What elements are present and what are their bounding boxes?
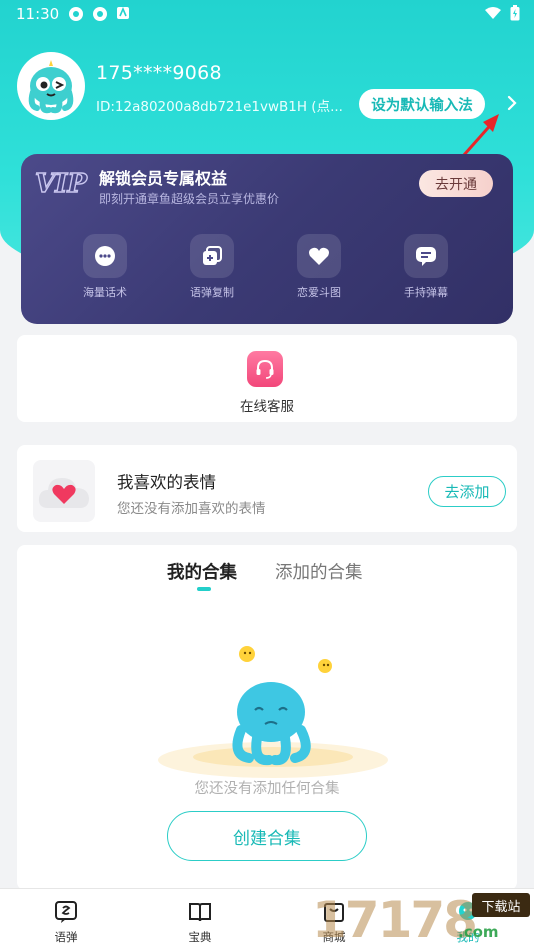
app-status-icon: [116, 6, 132, 22]
perk-label: 海量话术: [83, 286, 127, 299]
watermark-number: 17178: [312, 891, 478, 949]
nav-label: 宝典: [188, 930, 212, 944]
perk-label: 手持弹幕: [404, 286, 448, 299]
customer-service-card[interactable]: 在线客服: [17, 335, 517, 422]
customer-service-label: 在线客服: [240, 399, 294, 415]
avatar[interactable]: [17, 52, 85, 120]
wifi-icon: [484, 6, 502, 24]
svg-text:VIP: VIP: [35, 169, 88, 198]
vip-logo-icon: VIP: [34, 168, 89, 198]
message-icon: [404, 234, 448, 278]
speech-icon: [55, 901, 77, 923]
empty-octopus-illustration-icon: [158, 646, 388, 778]
tab-indicator: [197, 587, 211, 591]
cloud-heart-icon: [38, 478, 89, 508]
vip-open-button[interactable]: 去开通: [419, 170, 493, 197]
copy-icon: [190, 234, 234, 278]
chevron-right-icon[interactable]: [506, 94, 518, 112]
chat-bubble-icon: [83, 234, 127, 278]
perk-label: 语弹复制: [190, 286, 234, 299]
nav-item-speech[interactable]: 语弹: [36, 899, 96, 945]
headset-icon: [247, 351, 283, 387]
tab-added-collections[interactable]: 添加的合集: [275, 559, 363, 584]
watermark-badge: 下载站: [472, 893, 530, 917]
battery-icon: [510, 5, 520, 25]
vip-subtitle: 即刻开通章鱼超级会员立享优惠价: [99, 192, 280, 206]
perk-item[interactable]: 语弹复制: [177, 234, 247, 300]
nav-label: 语弹: [54, 930, 78, 944]
gear-status-icon: [92, 6, 108, 22]
collections-card: 我的合集 添加的合集 您还没有添加任何合集 创建合集: [17, 545, 517, 890]
vip-title: 解锁会员专属权益: [99, 169, 228, 188]
status-time: 11:30: [16, 5, 60, 23]
watermark-domain: .com: [458, 923, 499, 941]
favorite-title: 我喜欢的表情: [117, 473, 216, 492]
perk-item[interactable]: 恋爱斗图: [284, 234, 354, 300]
status-bar: 11:30: [0, 0, 534, 30]
octopus-avatar-icon: [28, 60, 74, 114]
perk-label: 恋爱斗图: [297, 286, 341, 299]
add-favorite-button[interactable]: 去添加: [428, 476, 506, 507]
user-id[interactable]: ID:12a80200a8db721e1vwB1H (点...: [96, 95, 343, 115]
favorite-stickers-card[interactable]: 我喜欢的表情 您还没有添加喜欢的表情 去添加: [17, 445, 517, 532]
perk-item[interactable]: 手持弹幕: [391, 234, 461, 300]
create-collection-button[interactable]: 创建合集: [167, 811, 367, 861]
user-phone: 175****9068: [96, 62, 222, 84]
favorite-subtitle: 您还没有添加喜欢的表情: [117, 501, 266, 517]
tab-my-collections[interactable]: 我的合集: [167, 559, 237, 584]
heart-icon: [297, 234, 341, 278]
status-notification-icons: [68, 6, 132, 22]
book-icon: [189, 903, 211, 922]
vip-card[interactable]: VIP 解锁会员专属权益 即刻开通章鱼超级会员立享优惠价 去开通 海量话术 语弹…: [21, 154, 513, 324]
nav-item-book[interactable]: 宝典: [170, 899, 230, 945]
empty-collections-text: 您还没有添加任何合集: [194, 781, 340, 797]
status-right-icons: [484, 5, 520, 25]
gear-status-icon: [68, 6, 84, 22]
perk-item[interactable]: 海量话术: [70, 234, 140, 300]
favorite-sticker-image: [33, 460, 95, 522]
